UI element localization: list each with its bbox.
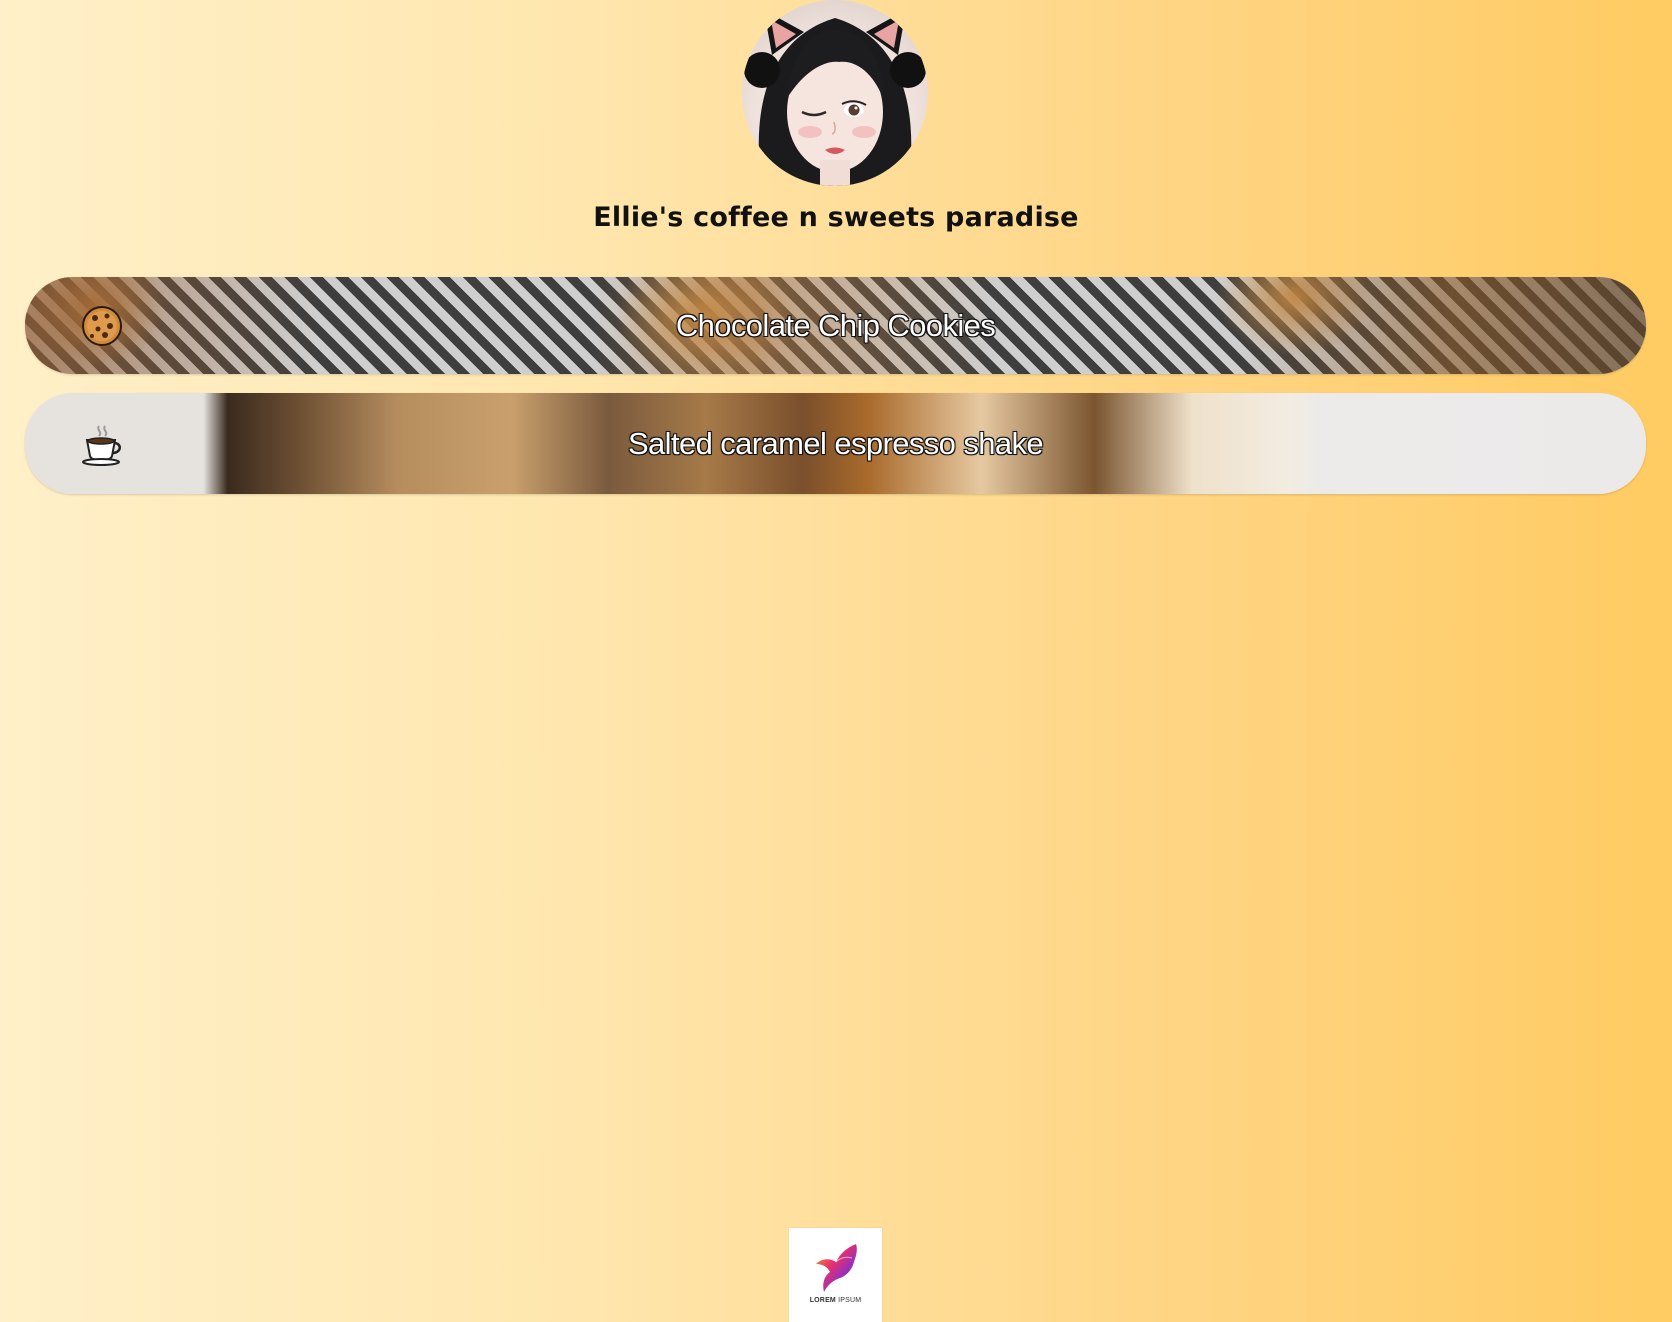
footer-logo[interactable]: LOREM IPSUM [789, 1228, 882, 1322]
link-label: Chocolate Chip Cookies [675, 307, 996, 343]
bird-logo-icon [816, 1244, 857, 1292]
link-chocolate-chip-cookies[interactable]: Chocolate Chip Cookies [25, 277, 1646, 374]
avatar-illustration [744, 10, 926, 186]
link-label: Salted caramel espresso shake [627, 425, 1044, 461]
profile-avatar [742, 0, 928, 186]
link-salted-caramel-espresso-shake[interactable]: Salted caramel espresso shake [25, 393, 1646, 494]
page-title: Ellie's coffee n sweets paradise [593, 202, 1079, 233]
footer-logo-text: LOREM IPSUM [809, 1297, 862, 1304]
